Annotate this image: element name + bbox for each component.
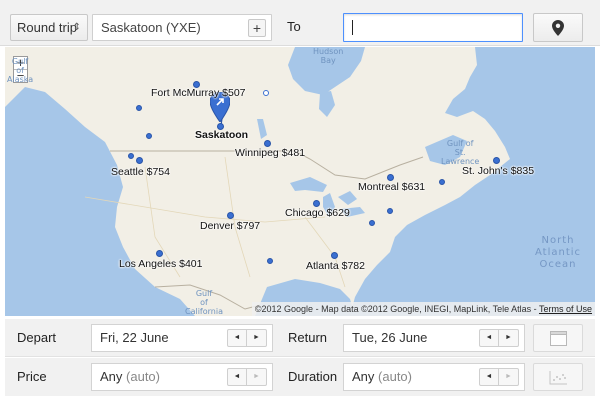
city-dot-chicago[interactable]	[313, 200, 320, 207]
city-label-denver[interactable]: Denver $797	[200, 220, 260, 232]
city-label-st-johns[interactable]: St. John's $835	[462, 165, 534, 177]
map-dot[interactable]	[263, 90, 269, 96]
city-label-fort-mcmurray[interactable]: Fort McMurray $507	[151, 87, 246, 99]
terms-of-use-link[interactable]: Terms of Use	[539, 304, 592, 314]
origin-value: Saskatoon (YXE)	[101, 20, 201, 35]
return-date-field[interactable]: Tue, 26 June ◄ ►	[343, 324, 525, 352]
duration-prev-button[interactable]: ◄	[480, 369, 499, 385]
text-cursor	[352, 20, 353, 35]
add-origin-button[interactable]: +	[248, 19, 266, 37]
return-prev-button[interactable]: ◄	[480, 330, 499, 346]
price-filter-field[interactable]: Any (auto) ◄ ►	[91, 363, 273, 391]
price-value: Any	[100, 369, 123, 384]
calendar-icon	[550, 331, 567, 346]
water-label-gulf-st-lawrence: Gulf of St. Lawrence	[441, 139, 480, 166]
to-label: To	[287, 19, 301, 34]
city-dot-seattle[interactable]	[136, 157, 143, 164]
map-dot[interactable]	[439, 179, 445, 185]
map-dot[interactable]	[136, 105, 142, 111]
city-label-seattle[interactable]: Seattle $754	[111, 166, 170, 178]
depart-date-field[interactable]: Fri, 22 June ◄ ►	[91, 324, 273, 352]
depart-next-button[interactable]: ►	[247, 330, 266, 346]
map-pin-button[interactable]	[533, 13, 583, 42]
city-dot-winnipeg[interactable]	[264, 140, 271, 147]
city-dot-los-angeles[interactable]	[156, 250, 163, 257]
map-pin-icon	[552, 20, 564, 36]
map-view[interactable]: + − Hudson Bay Gulf of Alaska Gulf of St…	[5, 47, 595, 316]
destination-input[interactable]	[343, 13, 523, 42]
search-bar: Round trip ⇕ Saskatoon (YXE) + To	[0, 0, 600, 46]
price-next-button[interactable]: ►	[247, 369, 266, 385]
depart-label: Depart	[17, 330, 57, 345]
city-dot-denver[interactable]	[227, 212, 234, 219]
map-dot[interactable]	[128, 153, 134, 159]
duration-stepper: ◄ ►	[479, 368, 519, 386]
price-stepper: ◄ ►	[227, 368, 267, 386]
map-dot[interactable]	[369, 220, 375, 226]
city-label-chicago[interactable]: Chicago $629	[285, 207, 350, 219]
depart-prev-button[interactable]: ◄	[228, 330, 247, 346]
scatter-plot-icon	[549, 371, 567, 385]
duration-hint: (auto)	[378, 369, 412, 384]
map-dot[interactable]	[387, 208, 393, 214]
map-dot[interactable]	[267, 258, 273, 264]
return-date-value: Tue, 26 June	[352, 330, 428, 345]
return-next-button[interactable]: ►	[499, 330, 518, 346]
city-label-winnipeg[interactable]: Winnipeg $481	[235, 147, 305, 159]
water-label-gulf-california: Gulf of California	[185, 289, 223, 316]
city-label-los-angeles[interactable]: Los Angeles $401	[119, 258, 203, 270]
price-label: Price	[17, 369, 47, 384]
filters-row: Price Any (auto) ◄ ► Duration Any (auto)…	[5, 358, 595, 396]
city-label-atlanta[interactable]: Atlanta $782	[306, 260, 365, 272]
dates-row: Depart Fri, 22 June ◄ ► Return Tue, 26 J…	[5, 319, 595, 357]
depart-date-stepper: ◄ ►	[227, 329, 267, 347]
duration-label: Duration	[288, 369, 338, 384]
city-dot-st-johns[interactable]	[493, 157, 500, 164]
city-label-saskatoon[interactable]: Saskatoon	[195, 129, 248, 141]
city-dot-atlanta[interactable]	[331, 252, 338, 259]
return-label: Return	[288, 330, 328, 345]
map-attribution: ©2012 Google - Map data ©2012 Google, IN…	[251, 302, 595, 316]
city-dot-montreal[interactable]	[387, 174, 394, 181]
water-label-hudson: Hudson Bay	[313, 47, 344, 65]
map-base	[5, 47, 510, 316]
origin-field[interactable]: Saskatoon (YXE) +	[92, 14, 272, 41]
water-label-north-atlantic: North Atlantic Ocean	[535, 235, 582, 270]
price-hint: (auto)	[126, 369, 160, 384]
price-prev-button[interactable]: ◄	[228, 369, 247, 385]
up-down-arrows-icon: ⇕	[72, 22, 81, 33]
water-label-gulf-alaska: Gulf of Alaska	[7, 57, 34, 84]
return-date-stepper: ◄ ►	[479, 329, 519, 347]
calendar-button[interactable]	[533, 324, 583, 352]
duration-filter-field[interactable]: Any (auto) ◄ ►	[343, 363, 525, 391]
trip-type-select[interactable]: Round trip ⇕	[10, 14, 88, 41]
attribution-text: ©2012 Google - Map data ©2012 Google, IN…	[254, 304, 539, 314]
city-label-montreal[interactable]: Montreal $631	[358, 181, 425, 193]
trip-type-label: Round trip	[17, 20, 77, 35]
scatter-plot-button[interactable]	[533, 363, 583, 391]
duration-value: Any	[352, 369, 375, 384]
duration-next-button[interactable]: ►	[499, 369, 518, 385]
map-dot[interactable]	[146, 133, 152, 139]
depart-date-value: Fri, 22 June	[100, 330, 169, 345]
